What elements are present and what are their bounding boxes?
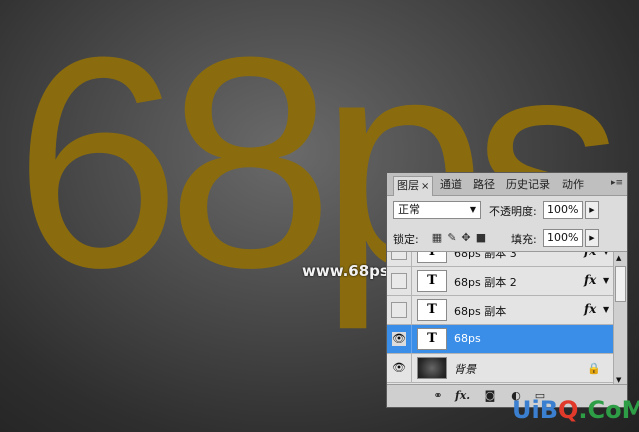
blend-mode-select[interactable]: 正常 ▼ — [393, 201, 481, 219]
layer-name: 68ps — [454, 332, 481, 345]
tab-layers[interactable]: 图层 × — [393, 176, 434, 196]
layer-row-68ps[interactable]: 👁 T 68ps — [387, 325, 613, 354]
chevron-down-icon[interactable]: ▼ — [603, 252, 609, 256]
text-layer-thumb-icon: T — [417, 328, 447, 350]
brand-logo: UiBQ.CoM — [512, 396, 639, 424]
scroll-down-icon[interactable]: ▼ — [616, 376, 621, 384]
text-layer-thumb-icon: T — [417, 299, 447, 321]
fx-icon[interactable]: fx — [584, 302, 596, 316]
layer-row-copy[interactable]: T 68ps 副本 fx ▼ — [387, 296, 613, 325]
text-layer-thumb-icon: T — [417, 270, 447, 292]
layer-name: 68ps 副本 3 — [454, 251, 517, 260]
close-icon[interactable]: × — [421, 181, 429, 192]
layer-row-background[interactable]: 👁 背景 🔒 — [387, 354, 613, 383]
opacity-input[interactable]: 100% — [543, 201, 583, 219]
visibility-toggle[interactable] — [391, 302, 407, 318]
scroll-thumb[interactable] — [615, 266, 626, 302]
fill-spin-icon[interactable]: ▶ — [585, 229, 599, 247]
tab-channels[interactable]: 通道 — [437, 176, 465, 194]
eye-icon[interactable]: 👁 — [392, 361, 406, 375]
chevron-down-icon[interactable]: ▼ — [603, 276, 609, 285]
layers-list: T 68ps 副本 3 fx ▼ T 68ps 副本 2 fx ▼ T 68ps… — [387, 251, 627, 386]
tab-paths[interactable]: 路径 — [470, 176, 498, 194]
mask-icon[interactable]: ◙ — [483, 389, 497, 403]
layer-name: 背景 — [454, 363, 476, 376]
layers-scrollbar[interactable]: ▲ ▼ — [613, 252, 627, 386]
fx-icon[interactable]: fx — [584, 252, 596, 258]
layers-panel: 图层 × 通道 路径 历史记录 动作 ▸≡ 正常 ▼ 不透明度: 100% ▶ 锁… — [386, 172, 628, 408]
panel-menu-icon[interactable]: ▸≡ — [611, 178, 623, 188]
lock-transparent-icon[interactable]: ▦ — [431, 232, 443, 244]
eye-icon[interactable]: 👁 — [392, 332, 406, 346]
text-layer-thumb-icon: T — [417, 252, 447, 263]
visibility-toggle[interactable] — [391, 273, 407, 289]
chevron-down-icon: ▼ — [469, 205, 476, 214]
lock-brush-icon[interactable]: ✎ — [446, 232, 458, 244]
opacity-spin-icon[interactable]: ▶ — [585, 201, 599, 219]
lock-move-icon[interactable]: ✥ — [460, 232, 472, 244]
visibility-toggle[interactable] — [391, 252, 407, 260]
lock-icon: 🔒 — [587, 362, 601, 375]
panel-tabs: 图层 × 通道 路径 历史记录 动作 ▸≡ — [387, 173, 627, 196]
fx-icon[interactable]: fx — [584, 273, 596, 287]
layer-row-copy2[interactable]: T 68ps 副本 2 fx ▼ — [387, 267, 613, 296]
background-thumbnail — [417, 357, 447, 379]
chevron-down-icon[interactable]: ▼ — [603, 305, 609, 314]
opacity-label: 不透明度: — [489, 205, 537, 218]
layer-name: 68ps 副本 2 — [454, 276, 517, 289]
fill-label: 填充: — [511, 233, 537, 246]
tab-history[interactable]: 历史记录 — [503, 176, 553, 194]
layer-row-copy3[interactable]: T 68ps 副本 3 fx ▼ — [387, 251, 613, 267]
layer-name: 68ps 副本 — [454, 305, 507, 318]
lock-all-icon[interactable]: ■ — [475, 232, 487, 244]
tab-actions[interactable]: 动作 — [559, 176, 587, 194]
add-style-fx-icon[interactable]: fx. — [455, 389, 470, 403]
scroll-up-icon[interactable]: ▲ — [616, 254, 621, 262]
link-icon[interactable]: ⚭ — [431, 389, 445, 403]
fill-input[interactable]: 100% — [543, 229, 583, 247]
lock-label: 锁定: — [393, 233, 419, 246]
